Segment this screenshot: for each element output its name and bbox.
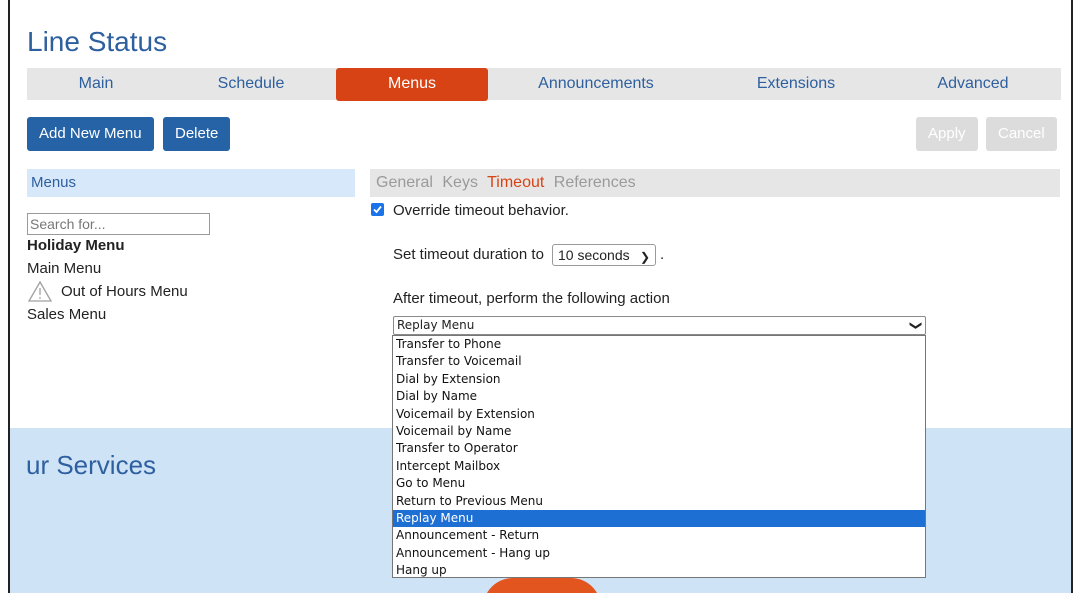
services-heading: ur Services xyxy=(26,450,157,480)
option-voicemail-by-name[interactable]: Voicemail by Name xyxy=(393,423,925,440)
menu-search-input[interactable] xyxy=(27,213,210,235)
timeout-action-select[interactable]: Replay Menu ❯ xyxy=(393,316,926,335)
subtab-keys[interactable]: Keys xyxy=(442,174,478,191)
chevron-down-icon: ❯ xyxy=(909,320,924,331)
page-title: Line Status xyxy=(27,26,168,57)
option-announcement-return[interactable]: Announcement - Return xyxy=(393,527,925,544)
tab-main[interactable]: Main xyxy=(27,68,165,100)
menu-subtab-bar: General Keys Timeout References xyxy=(370,169,1060,197)
cancel-button[interactable]: Cancel xyxy=(986,117,1057,151)
after-timeout-label: After timeout, perform the following act… xyxy=(393,290,670,307)
menus-panel-header: Menus xyxy=(27,169,355,197)
menu-item-main[interactable]: Main Menu xyxy=(27,260,101,277)
timeout-duration-select[interactable]: 10 seconds ❯ xyxy=(552,244,656,266)
menu-item-out-of-hours[interactable]: Out of Hours Menu xyxy=(61,283,188,300)
warning-icon xyxy=(28,281,52,302)
tab-extensions[interactable]: Extensions xyxy=(707,68,885,100)
override-timeout-label: Override timeout behavior. xyxy=(393,202,569,219)
option-transfer-to-phone[interactable]: Transfer to Phone xyxy=(393,336,925,353)
timeout-duration-label: Set timeout duration to xyxy=(393,246,544,263)
option-intercept-mailbox[interactable]: Intercept Mailbox xyxy=(393,458,925,475)
option-dial-by-name[interactable]: Dial by Name xyxy=(393,388,925,405)
option-transfer-to-operator[interactable]: Transfer to Operator xyxy=(393,440,925,457)
main-tab-bar: Main Schedule Menus Announcements Extens… xyxy=(27,68,1061,101)
subtab-timeout[interactable]: Timeout xyxy=(487,174,544,191)
tab-advanced[interactable]: Advanced xyxy=(903,68,1043,100)
add-new-menu-button[interactable]: Add New Menu xyxy=(27,117,154,151)
duration-suffix: . xyxy=(660,246,665,263)
tab-announcements[interactable]: Announcements xyxy=(505,68,687,100)
timeout-duration-value: 10 seconds xyxy=(558,247,630,263)
subtab-references[interactable]: References xyxy=(554,174,636,191)
option-replay-menu[interactable]: Replay Menu xyxy=(393,509,925,528)
option-voicemail-by-extension[interactable]: Voicemail by Extension xyxy=(393,406,925,423)
option-transfer-to-voicemail[interactable]: Transfer to Voicemail xyxy=(393,353,925,370)
menu-item-holiday[interactable]: Holiday Menu xyxy=(27,237,125,254)
delete-button[interactable]: Delete xyxy=(163,117,231,151)
chevron-down-icon: ❯ xyxy=(639,250,650,264)
option-go-to-menu[interactable]: Go to Menu xyxy=(393,475,925,492)
timeout-action-dropdown: Transfer to Phone Transfer to Voicemail … xyxy=(392,335,926,578)
option-announcement-hang-up[interactable]: Announcement - Hang up xyxy=(393,545,925,562)
option-return-to-previous-menu[interactable]: Return to Previous Menu xyxy=(393,493,925,510)
phone-graphic xyxy=(483,578,601,593)
subtab-general[interactable]: General xyxy=(376,174,433,191)
apply-button[interactable]: Apply xyxy=(916,117,978,151)
timeout-action-value: Replay Menu xyxy=(397,318,475,332)
checkmark-icon xyxy=(373,205,382,214)
option-dial-by-extension[interactable]: Dial by Extension xyxy=(393,371,925,388)
override-timeout-checkbox[interactable] xyxy=(371,203,384,216)
menu-item-sales[interactable]: Sales Menu xyxy=(27,306,106,323)
tab-menus[interactable]: Menus xyxy=(336,68,488,101)
tab-schedule[interactable]: Schedule xyxy=(182,68,320,100)
option-hang-up[interactable]: Hang up xyxy=(393,562,925,579)
